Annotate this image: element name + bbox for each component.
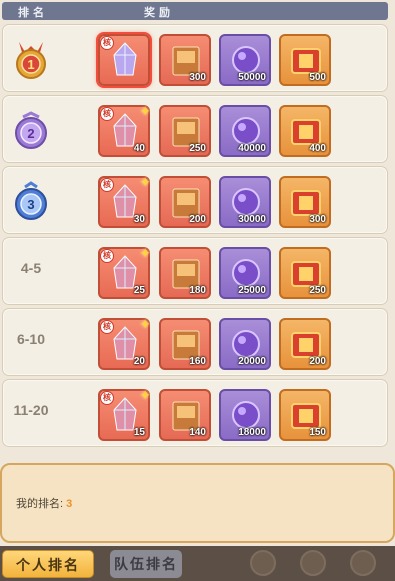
quantity: 200 <box>189 214 206 225</box>
purple-medal-icon: 2 <box>11 109 51 151</box>
book-reward[interactable]: 140 <box>159 389 211 441</box>
reward-row: 4-5 核 ✦ 25 180 25000 250 <box>2 237 388 305</box>
quantity: 140 <box>189 427 206 438</box>
crystal-reward[interactable]: 核 ✦ 25 <box>98 245 151 299</box>
quantity: 250 <box>309 285 326 296</box>
rank-range: 6-10 <box>3 331 59 347</box>
ticket-reward[interactable]: 250 <box>279 247 331 299</box>
my-rank-panel: 我的排名: 3 <box>0 463 395 543</box>
ticket-reward[interactable]: 200 <box>279 318 331 370</box>
crystal-reward[interactable]: 核 <box>98 34 150 86</box>
quantity: 40 <box>133 143 145 154</box>
tab-team-rank[interactable]: 队伍排名 <box>110 550 182 578</box>
quantity: 30000 <box>238 214 266 225</box>
quantity: 300 <box>189 72 206 83</box>
my-rank-value: 3 <box>66 498 73 510</box>
crystal-reward[interactable]: 核 ✦ 40 <box>98 103 151 157</box>
quantity: 25000 <box>238 285 266 296</box>
quantity: 500 <box>309 72 326 83</box>
orb-reward[interactable]: 40000 <box>219 105 271 157</box>
book-reward[interactable]: 160 <box>159 318 211 370</box>
list-header: 排名 奖励 <box>2 2 388 20</box>
quantity: 18000 <box>238 427 266 438</box>
quantity: 50000 <box>238 72 266 83</box>
quantity: 25 <box>133 285 145 296</box>
rank-range: 4-5 <box>3 260 59 276</box>
quantity: 15 <box>133 427 145 438</box>
gold-medal-icon: 1 <box>11 38 51 80</box>
reward-row: 3 核 ✦ 30 200 30000 300 <box>2 166 388 234</box>
menu-icon[interactable] <box>250 550 276 576</box>
reward-column-header: 奖励 <box>144 7 174 19</box>
quantity: 300 <box>309 214 326 225</box>
quantity: 150 <box>309 427 326 438</box>
orb-reward[interactable]: 18000 <box>219 389 271 441</box>
book-reward[interactable]: 180 <box>159 247 211 299</box>
crystal-reward[interactable]: 核 ✦ 20 <box>98 316 151 370</box>
ticket-reward[interactable]: 150 <box>279 389 331 441</box>
orb-reward[interactable]: 30000 <box>219 176 271 228</box>
ticket-reward[interactable]: 500 <box>279 34 331 86</box>
quantity: 20 <box>133 356 145 367</box>
quantity: 30 <box>133 214 145 225</box>
ticket-reward[interactable]: 300 <box>279 176 331 228</box>
menu-icon[interactable] <box>300 550 326 576</box>
rank-number: 3 <box>27 197 34 212</box>
book-reward[interactable]: 300 <box>159 34 211 86</box>
my-rank: 我的排名: 3 <box>16 495 72 511</box>
reward-row: 11-20 核 ✦ 15 140 18000 150 <box>2 379 388 447</box>
orb-reward[interactable]: 50000 <box>219 34 271 86</box>
blue-medal-icon: 3 <box>11 180 51 222</box>
reward-row: 1 核 300 50000 500 <box>2 24 388 92</box>
book-reward[interactable]: 250 <box>159 105 211 157</box>
quantity: 400 <box>309 143 326 154</box>
rank-number: 2 <box>27 126 34 141</box>
quantity: 40000 <box>238 143 266 154</box>
crystal-icon <box>113 42 137 76</box>
reward-row: 6-10 核 ✦ 20 160 20000 200 <box>2 308 388 376</box>
quantity: 160 <box>189 356 206 367</box>
reward-row: 2 核 ✦ 40 250 40000 400 <box>2 95 388 163</box>
quantity: 20000 <box>238 356 266 367</box>
quantity: 200 <box>309 356 326 367</box>
ticket-reward[interactable]: 400 <box>279 105 331 157</box>
rank-range: 11-20 <box>3 402 59 418</box>
tab-bar: 个人排名 队伍排名 <box>0 546 395 581</box>
reward-list: 1 核 300 50000 500 2 核 ✦ 40 250 40000 400… <box>0 24 395 450</box>
orb-reward[interactable]: 25000 <box>219 247 271 299</box>
crystal-reward[interactable]: 核 ✦ 30 <box>98 174 151 228</box>
rank-column-header: 排名 <box>18 7 48 19</box>
quantity: 180 <box>189 285 206 296</box>
orb-reward[interactable]: 20000 <box>219 318 271 370</box>
crystal-reward[interactable]: 核 ✦ 15 <box>98 387 151 441</box>
book-reward[interactable]: 200 <box>159 176 211 228</box>
my-rank-label: 我的排名: <box>16 498 64 510</box>
menu-icon[interactable] <box>350 550 376 576</box>
rank-number: 1 <box>27 57 34 72</box>
quantity: 250 <box>189 143 206 154</box>
tab-personal-rank[interactable]: 个人排名 <box>2 550 94 578</box>
